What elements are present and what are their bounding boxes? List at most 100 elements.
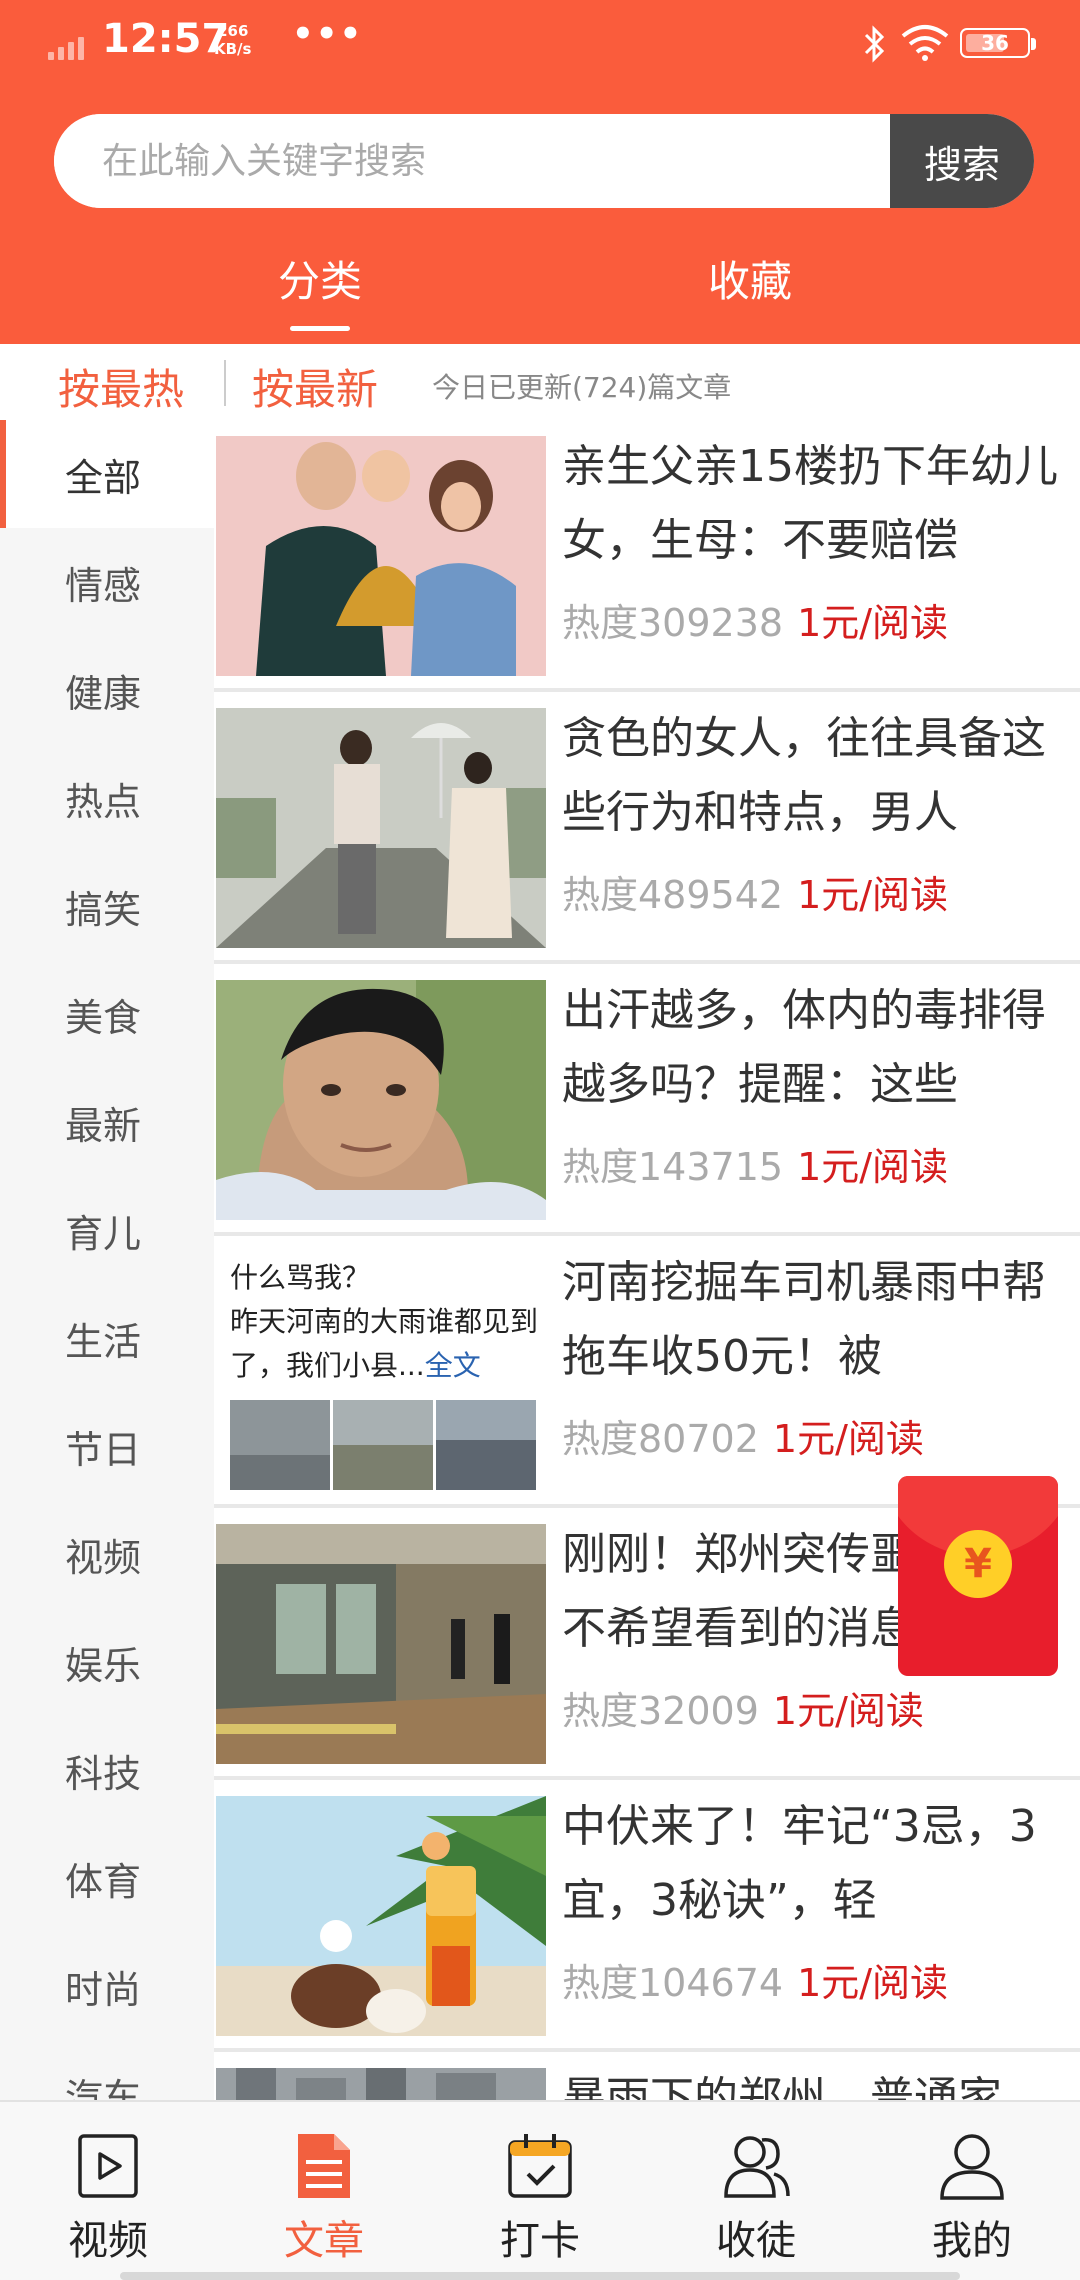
sidebar-item-hot[interactable]: 热点	[0, 744, 214, 852]
article-heat: 热度80702	[562, 1417, 759, 1461]
thumbnail-caption: 什么骂我？ 昨天河南的大雨谁都见到了，我们小县...全文	[230, 1256, 540, 1388]
article-title: 中伏来了！牢记“3忌，3宜，3秘诀”，轻	[562, 1801, 1037, 1926]
article-meta: 热度104674 1元/阅读	[562, 1952, 948, 2007]
sidebar-item-all[interactable]: 全部	[0, 420, 214, 528]
article-thumbnail	[216, 1796, 546, 2036]
nav-article[interactable]: 文章	[216, 2128, 432, 2268]
bluetooth-icon	[864, 25, 885, 63]
list-item[interactable]: 暴雨下的郑州，普通家	[214, 2052, 1080, 2100]
article-price: 1元/阅读	[772, 1417, 924, 1461]
article-price: 1元/阅读	[797, 601, 949, 645]
category-sidebar: 全部 情感 健康 热点 搞笑 美食 最新 育儿 生活 节日 视频 娱乐 科技 体…	[0, 420, 214, 2100]
sidebar-item-entertainment[interactable]: 娱乐	[0, 1608, 214, 1716]
network-speed: 266 KB/s	[214, 22, 251, 58]
article-price: 1元/阅读	[797, 1961, 949, 2005]
sidebar-item-holiday[interactable]: 节日	[0, 1392, 214, 1500]
network-speed-unit: KB/s	[214, 40, 252, 58]
update-count-text: 今日已更新(724)篇文章	[432, 371, 732, 404]
sidebar-item-food[interactable]: 美食	[0, 960, 214, 1068]
nav-article-label: 文章	[284, 2218, 364, 2264]
article-thumbnail: 什么骂我？ 昨天河南的大雨谁都见到了，我们小县...全文	[216, 1252, 546, 1492]
thumbnail-photos	[230, 1400, 536, 1490]
yuan-coin-icon: ¥	[944, 1530, 1012, 1598]
sidebar-item-auto[interactable]: 汽车	[0, 2040, 214, 2101]
network-speed-value: 266	[217, 22, 249, 40]
sort-bar: 按最热 按最新 今日已更新(724)篇文章	[0, 344, 1080, 420]
sidebar-item-life[interactable]: 生活	[0, 1284, 214, 1392]
list-item[interactable]: 什么骂我？ 昨天河南的大雨谁都见到了，我们小县...全文 河南挖掘车司机暴雨中帮…	[214, 1236, 1080, 1508]
article-heat: 热度32009	[562, 1689, 759, 1733]
signal-icon	[48, 30, 92, 60]
header: 12:57 266 KB/s ••• 36 搜索	[0, 0, 1080, 344]
search-bar: 搜索	[54, 114, 1034, 208]
article-title: 贪色的女人，往往具备这些行为和特点，男人	[562, 713, 1046, 838]
nav-profile-label: 我的	[932, 2218, 1012, 2264]
video-icon	[78, 2134, 138, 2198]
list-item[interactable]: 中伏来了！牢记“3忌，3宜，3秘诀”，轻 热度104674 1元/阅读	[214, 1780, 1080, 2052]
thumbnail-full-link: 全文	[424, 1349, 481, 1382]
nav-checkin-label: 打卡	[500, 2218, 580, 2264]
sidebar-item-parenting[interactable]: 育儿	[0, 1176, 214, 1284]
users-icon	[724, 2136, 790, 2198]
article-thumbnail	[216, 708, 546, 948]
nav-checkin[interactable]: 打卡	[432, 2128, 648, 2268]
sort-hot-button[interactable]: 按最热	[58, 356, 184, 417]
thumbnail-text: 什么骂我？ 昨天河南的大雨谁都见到了，我们小县...	[230, 1261, 539, 1382]
nav-apprentice-label: 收徒	[716, 2218, 796, 2264]
search-button[interactable]: 搜索	[890, 114, 1034, 208]
red-packet-button[interactable]: ¥	[898, 1476, 1058, 1676]
article-list: 亲生父亲15楼扔下年幼儿女，生母：不要赔偿 热度309238 1元/阅读 贪色的…	[214, 420, 1080, 2100]
battery-icon: 36	[960, 28, 1036, 58]
search-input[interactable]	[54, 114, 890, 208]
app-screen: 12:57 266 KB/s ••• 36 搜索	[0, 0, 1080, 2280]
sort-new-button[interactable]: 按最新	[252, 356, 378, 417]
article-thumbnail	[216, 436, 546, 676]
calendar-checkin-icon	[508, 2134, 572, 2198]
sort-divider	[224, 360, 226, 406]
article-heat: 热度309238	[562, 601, 784, 645]
article-title: 河南挖掘车司机暴雨中帮拖车收50元！被	[562, 1257, 1046, 1382]
article-icon	[298, 2134, 350, 2198]
list-item[interactable]: 出汗越多，体内的毒排得越多吗？提醒：这些 热度143715 1元/阅读	[214, 964, 1080, 1236]
article-price: 1元/阅读	[797, 873, 949, 917]
tab-category[interactable]: 分类	[278, 248, 362, 309]
sidebar-item-latest[interactable]: 最新	[0, 1068, 214, 1176]
user-icon	[940, 2134, 1004, 2200]
thumbnail-text-card: 什么骂我？ 昨天河南的大雨谁都见到了，我们小县...全文	[216, 1252, 546, 1492]
article-meta: 热度143715 1元/阅读	[562, 1136, 948, 1191]
battery-level: 36	[981, 31, 1009, 55]
nav-video-label: 视频	[68, 2218, 148, 2264]
article-price: 1元/阅读	[772, 1689, 924, 1733]
sidebar-item-fashion[interactable]: 时尚	[0, 1932, 214, 2040]
wifi-icon	[901, 25, 949, 61]
article-thumbnail	[216, 2068, 546, 2100]
article-heat: 热度143715	[562, 1145, 784, 1189]
list-item[interactable]: 贪色的女人，往往具备这些行为和特点，男人 热度489542 1元/阅读	[214, 692, 1080, 964]
bottom-nav: 视频 文章 打卡 收徒 我的	[0, 2100, 1080, 2280]
article-meta: 热度32009 1元/阅读	[562, 1680, 924, 1735]
home-indicator	[120, 2272, 960, 2280]
nav-apprentice[interactable]: 收徒	[648, 2128, 864, 2268]
sidebar-item-sports[interactable]: 体育	[0, 1824, 214, 1932]
article-thumbnail	[216, 1524, 546, 1764]
article-title: 出汗越多，体内的毒排得越多吗？提醒：这些	[562, 985, 1046, 1110]
status-bar: 12:57 266 KB/s ••• 36	[0, 0, 1080, 90]
nav-profile[interactable]: 我的	[864, 2128, 1080, 2268]
article-meta: 热度309238 1元/阅读	[562, 592, 948, 647]
nav-video[interactable]: 视频	[0, 2128, 216, 2268]
sidebar-item-video[interactable]: 视频	[0, 1500, 214, 1608]
article-title: 暴雨下的郑州，普通家	[562, 2073, 1002, 2100]
clock: 12:57	[102, 16, 230, 62]
tab-favorites[interactable]: 收藏	[708, 248, 792, 309]
article-heat: 热度489542	[562, 873, 784, 917]
article-thumbnail	[216, 980, 546, 1220]
sidebar-item-funny[interactable]: 搞笑	[0, 852, 214, 960]
list-item[interactable]: 亲生父亲15楼扔下年幼儿女，生母：不要赔偿 热度309238 1元/阅读	[214, 420, 1080, 692]
article-price: 1元/阅读	[797, 1145, 949, 1189]
sidebar-item-emotion[interactable]: 情感	[0, 528, 214, 636]
sidebar-item-tech[interactable]: 科技	[0, 1716, 214, 1824]
article-meta: 热度80702 1元/阅读	[562, 1408, 924, 1463]
sidebar-item-health[interactable]: 健康	[0, 636, 214, 744]
article-heat: 热度104674	[562, 1961, 784, 2005]
more-dots-icon: •••	[292, 14, 364, 54]
